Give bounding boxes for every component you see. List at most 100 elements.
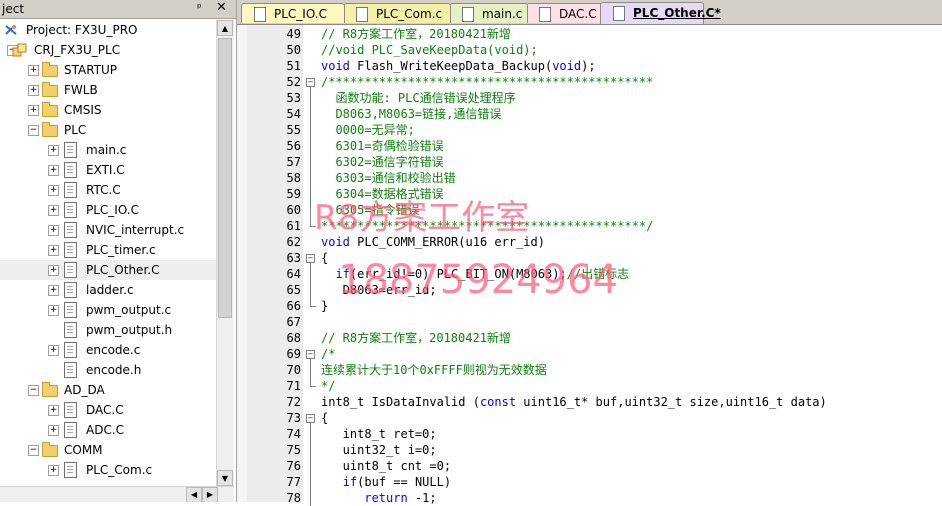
editor-tab[interactable]: DAC.C xyxy=(526,3,602,23)
tree-file-item[interactable]: + ADC.C xyxy=(0,420,216,440)
fold-line xyxy=(310,266,311,282)
scroll-down-button[interactable]: ▼ xyxy=(217,470,233,486)
scroll-thumb[interactable] xyxy=(218,38,232,318)
code-text: { xyxy=(321,251,329,265)
line-number: 66 xyxy=(286,299,301,313)
code-text: -1; xyxy=(407,491,437,505)
tree-file-item[interactable]: pwm_output.h xyxy=(0,320,216,340)
expand-icon[interactable]: + xyxy=(48,185,59,196)
tree-file-item[interactable]: + RTC.C xyxy=(0,180,216,200)
file-icon xyxy=(64,322,77,338)
fold-toggle-icon[interactable]: − xyxy=(306,350,315,359)
fold-toggle-icon[interactable]: − xyxy=(306,78,315,87)
code-line: return -1; xyxy=(321,490,437,506)
expand-icon[interactable]: + xyxy=(48,265,59,276)
editor-tab[interactable]: PLC_IO.C xyxy=(241,3,345,23)
file-icon xyxy=(64,282,77,298)
fold-toggle-icon[interactable]: − xyxy=(306,254,315,263)
watermark-phone: 18875924964 xyxy=(338,257,618,303)
tree-folder-item[interactable]: + STARTUP xyxy=(0,60,216,80)
tree-folder-item[interactable]: − COMM xyxy=(0,440,216,460)
tree-item-label: PLC_timer.c xyxy=(86,243,156,257)
project-tree-horizontal-scrollbar[interactable]: ◀ ▶ xyxy=(0,486,234,502)
expand-icon[interactable]: + xyxy=(48,285,59,296)
tree-file-item[interactable]: + EXTI.C xyxy=(0,160,216,180)
expand-icon[interactable]: + xyxy=(48,205,59,216)
tree-item-label: ladder.c xyxy=(86,283,134,297)
line-number: 69 xyxy=(286,347,301,361)
tree-folder-item[interactable]: − AD_DA xyxy=(0,380,216,400)
tree-file-item[interactable]: encode.h xyxy=(0,360,216,380)
code-comment: 连续累计大于10个0xFFFF则视为无效数据 xyxy=(321,363,547,377)
code-comment: //void PLC_SaveKeepData(void); xyxy=(321,43,538,57)
project-tree-vertical-scrollbar[interactable]: ▲ ▼ xyxy=(216,20,234,486)
editor-tab[interactable]: main.c xyxy=(449,3,528,23)
line-number: 49 xyxy=(286,27,301,41)
expand-icon[interactable]: + xyxy=(28,105,39,116)
scroll-up-button[interactable]: ▲ xyxy=(217,20,233,36)
close-icon[interactable]: ✕ xyxy=(216,0,227,15)
tree-folder-item[interactable]: + FWLB xyxy=(0,80,216,100)
tree-file-item[interactable]: + PLC_Com.c xyxy=(0,460,216,480)
file-icon xyxy=(64,342,77,358)
collapse-icon[interactable]: − xyxy=(28,385,39,396)
line-number: 62 xyxy=(286,235,301,249)
expand-icon[interactable]: + xyxy=(48,145,59,156)
tree-file-item[interactable]: + ladder.c xyxy=(0,280,216,300)
fold-line xyxy=(310,426,311,442)
code-text: int8_t ret=0; xyxy=(321,427,437,441)
code-keyword: void xyxy=(552,59,582,73)
pin-icon[interactable]: ᵖ xyxy=(197,1,202,14)
project-pane-title: ject xyxy=(2,2,25,16)
line-number: 51 xyxy=(286,59,301,73)
folder-icon xyxy=(42,382,58,397)
expand-icon[interactable]: + xyxy=(48,405,59,416)
line-number: 73 xyxy=(286,411,301,425)
tree-file-item[interactable]: + main.c xyxy=(0,140,216,160)
expand-icon[interactable]: + xyxy=(48,225,59,236)
expand-icon[interactable]: + xyxy=(48,165,59,176)
code-text: (buf == NULL) xyxy=(357,475,452,489)
folder-icon xyxy=(42,102,58,117)
project-tree: Project: FX3U_PRO − CRJ_FX3U_PLC + STARTUP + F… xyxy=(0,20,216,486)
tree-folder-item[interactable]: + CMSIS xyxy=(0,100,216,120)
line-number: 64 xyxy=(286,267,301,281)
editor-tab[interactable]: PLC_Com.c xyxy=(343,3,451,23)
expand-icon[interactable]: + xyxy=(48,465,59,476)
collapse-icon[interactable]: − xyxy=(28,125,39,136)
fold-toggle-icon[interactable]: − xyxy=(306,414,315,423)
code-line: 6302=通信字符错误 xyxy=(321,154,443,170)
tree-target-item[interactable]: − CRJ_FX3U_PLC xyxy=(0,40,216,60)
tree-file-item[interactable]: + DAC.C xyxy=(0,400,216,420)
editor-tab[interactable]: PLC_Other.C* xyxy=(600,2,721,24)
scroll-left-button[interactable]: ◀ xyxy=(186,487,202,502)
expand-icon[interactable]: + xyxy=(48,425,59,436)
code-text: ); xyxy=(581,59,596,73)
code-line: int8_t ret=0; xyxy=(321,426,437,442)
collapse-icon[interactable]: − xyxy=(28,445,39,456)
expand-icon[interactable]: + xyxy=(28,85,39,96)
fold-line xyxy=(310,138,311,154)
fold-line xyxy=(310,186,311,202)
tree-folder-item[interactable]: − PLC xyxy=(0,120,216,140)
project-icon xyxy=(4,23,18,36)
code-text: } xyxy=(321,299,329,313)
code-keyword: const xyxy=(479,395,517,409)
tree-file-item[interactable]: + encode.c xyxy=(0,340,216,360)
scroll-right-button[interactable]: ▶ xyxy=(202,487,218,502)
expand-icon[interactable]: + xyxy=(48,245,59,256)
editor-tab-label: main.c xyxy=(482,7,523,21)
tree-file-item[interactable]: + PLC_IO.C xyxy=(0,200,216,220)
tree-project-item[interactable]: Project: FX3U_PRO xyxy=(0,20,216,40)
code-line: 6301=奇偶检验错误 xyxy=(321,138,443,154)
tree-file-item[interactable]: + PLC_Other.C xyxy=(0,260,216,280)
expand-icon[interactable]: + xyxy=(28,65,39,76)
tree-file-item[interactable]: + NVIC_interrupt.c xyxy=(0,220,216,240)
expand-icon[interactable]: + xyxy=(48,305,59,316)
fold-line xyxy=(310,106,311,122)
file-icon xyxy=(254,7,266,22)
tree-file-item[interactable]: + pwm_output.c xyxy=(0,300,216,320)
tree-file-item[interactable]: + PLC_timer.c xyxy=(0,240,216,260)
expand-icon[interactable]: + xyxy=(48,345,59,356)
file-icon xyxy=(64,182,77,198)
